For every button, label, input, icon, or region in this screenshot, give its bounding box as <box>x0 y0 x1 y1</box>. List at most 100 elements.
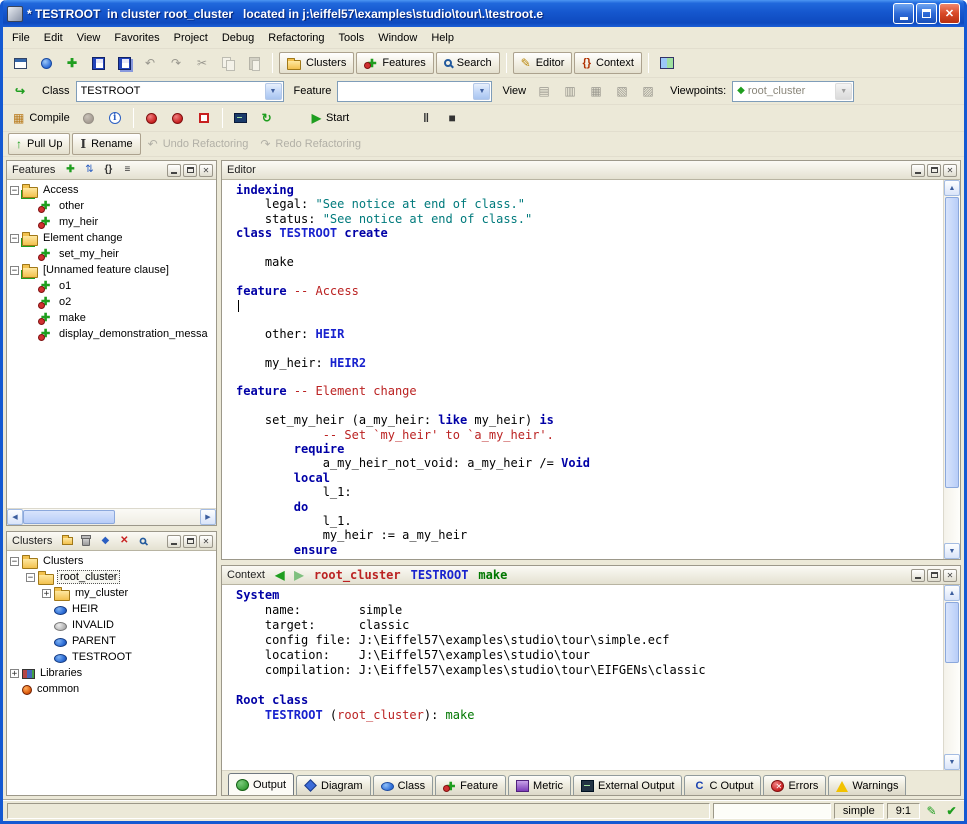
stop-button[interactable]: ■ <box>440 107 464 129</box>
menu-file[interactable]: File <box>5 29 37 47</box>
tree-label[interactable]: TESTROOT <box>70 651 134 663</box>
tree-label[interactable]: INVALID <box>70 619 116 631</box>
precompile-icon[interactable] <box>192 107 216 129</box>
class-tool-icon[interactable]: ◆ <box>97 534 113 549</box>
cluster-item-parent[interactable]: PARENT <box>7 633 216 649</box>
tree-label[interactable]: root_cluster <box>57 570 120 584</box>
search-cluster-icon[interactable] <box>135 534 151 549</box>
tree-label[interactable]: HEIR <box>70 603 100 615</box>
copy-icon[interactable] <box>216 52 240 74</box>
tab-errors[interactable]: Errors <box>763 775 826 795</box>
feature-item-o2[interactable]: o2 <box>7 294 216 310</box>
sort-icon[interactable]: ⇅ <box>81 163 97 178</box>
tree-label[interactable]: my_heir <box>57 216 100 228</box>
features-hscrollbar[interactable]: ◀ ▶ <box>7 508 216 525</box>
feature-item-display-demonstration-messa[interactable]: display_demonstration_messa <box>7 326 216 342</box>
context-panel-header[interactable]: Context ◀ ▶ root_clusterTESTROOTmake ✕ <box>222 566 960 585</box>
menu-view[interactable]: View <box>70 29 108 47</box>
feature-item-other[interactable]: other <box>7 198 216 214</box>
new-item-icon[interactable]: ✚ <box>60 52 84 74</box>
maximize-button[interactable] <box>916 3 937 24</box>
tree-label[interactable]: Clusters <box>41 555 85 567</box>
tab-c-output[interactable]: C Output <box>684 775 761 795</box>
open-icon[interactable] <box>34 52 58 74</box>
cluster-item-common[interactable]: common <box>7 681 216 697</box>
list-view-icon[interactable]: ≡ <box>119 163 135 178</box>
refresh-icon[interactable]: ↻ <box>255 107 279 129</box>
tab-warnings[interactable]: Warnings <box>828 775 906 795</box>
menu-edit[interactable]: Edit <box>37 29 70 47</box>
maximize-panel-button[interactable] <box>927 569 941 582</box>
tab-class[interactable]: Class <box>373 775 434 795</box>
scroll-down-icon[interactable]: ▼ <box>944 754 960 770</box>
interface-view-icon[interactable]: ▨ <box>636 80 660 102</box>
feature-item-unnamed-feature-clause[interactable]: −[Unnamed feature clause] <box>7 262 216 278</box>
scroll-up-icon[interactable]: ▲ <box>944 180 960 196</box>
redo-refactoring-button[interactable]: ↷Redo Refactoring <box>255 138 366 150</box>
menu-help[interactable]: Help <box>424 29 461 47</box>
context-vscrollbar[interactable]: ▲ ▼ <box>943 585 960 770</box>
scroll-up-icon[interactable]: ▲ <box>944 585 960 601</box>
breadcrumb-testroot[interactable]: TESTROOT <box>411 568 469 582</box>
title-bar[interactable]: * TESTROOT in cluster root_cluster locat… <box>3 0 964 27</box>
features-hscroll-thumb[interactable] <box>23 510 115 524</box>
paste-icon[interactable] <box>242 52 266 74</box>
basic-view-icon[interactable]: ▤ <box>532 80 556 102</box>
flat-view-icon[interactable]: ▦ <box>584 80 608 102</box>
class-combo-arrow-icon[interactable]: ▼ <box>265 83 282 100</box>
feature-item-make[interactable]: make <box>7 310 216 326</box>
cluster-item-my-cluster[interactable]: + my_cluster <box>7 585 216 601</box>
cluster-item-invalid[interactable]: INVALID <box>7 617 216 633</box>
tree-label[interactable]: [Unnamed feature clause] <box>41 264 171 276</box>
feature-item-element-change[interactable]: −Element change <box>7 230 216 246</box>
info-icon[interactable]: i <box>103 107 127 129</box>
pull-up-button[interactable]: ↑Pull Up <box>8 133 70 155</box>
collapse-icon[interactable]: − <box>10 234 19 243</box>
start-button[interactable]: ▶Start <box>307 112 354 124</box>
tree-label[interactable]: display_demonstration_messa <box>57 328 210 340</box>
minimize-button[interactable] <box>893 3 914 24</box>
scroll-left-icon[interactable]: ◀ <box>7 509 23 525</box>
tree-label[interactable]: Libraries <box>38 667 84 679</box>
editor-vscroll-thumb[interactable] <box>945 197 959 488</box>
undo-refactoring-button[interactable]: ↶Undo Refactoring <box>143 138 254 150</box>
melt-icon[interactable] <box>77 107 101 129</box>
menu-tools[interactable]: Tools <box>332 29 372 47</box>
close-panel-button[interactable]: ✕ <box>943 569 957 582</box>
clusters-tool-button[interactable]: Clusters <box>279 52 354 74</box>
feature-combo[interactable]: ▼ <box>337 81 492 102</box>
cluster-item-root-cluster[interactable]: − root_cluster <box>7 569 216 585</box>
editor-panel-header[interactable]: Editor ✕ <box>222 161 960 180</box>
menu-window[interactable]: Window <box>371 29 424 47</box>
open-in-new-tab-icon[interactable]: ↪ <box>8 80 32 102</box>
finalize-icon[interactable] <box>166 107 190 129</box>
tree-label[interactable]: PARENT <box>70 635 118 647</box>
scroll-down-icon[interactable]: ▼ <box>944 543 960 559</box>
maximize-panel-button[interactable] <box>183 535 197 548</box>
editor-vscroll-track[interactable] <box>944 196 960 543</box>
breadcrumb-make[interactable]: make <box>478 568 507 582</box>
history-forward-icon[interactable]: ▶ <box>291 568 307 583</box>
minimize-panel-button[interactable] <box>911 164 925 177</box>
expand-icon[interactable]: + <box>42 589 51 598</box>
save-icon[interactable] <box>86 52 110 74</box>
cluster-item-clusters[interactable]: −Clusters <box>7 553 216 569</box>
tree-label[interactable]: my_cluster <box>73 587 130 599</box>
tree-label[interactable]: o1 <box>57 280 73 292</box>
rename-button[interactable]: IRename <box>72 133 140 155</box>
tree-label[interactable]: Access <box>41 184 80 196</box>
menu-project[interactable]: Project <box>167 29 215 47</box>
menu-favorites[interactable]: Favorites <box>107 29 166 47</box>
close-panel-button[interactable]: ✕ <box>199 535 213 548</box>
menu-refactoring[interactable]: Refactoring <box>261 29 331 47</box>
feature-item-set-my-heir[interactable]: set_my_heir <box>7 246 216 262</box>
signature-icon[interactable]: {} <box>100 163 116 178</box>
redo-icon[interactable]: ↷ <box>164 52 188 74</box>
save-all-icon[interactable] <box>112 52 136 74</box>
tab-output[interactable]: Output <box>228 773 294 795</box>
collapse-icon[interactable]: − <box>26 573 35 582</box>
context-output-area[interactable]: System name: simple target: classic conf… <box>222 585 943 770</box>
edit-mode-icon[interactable]: ✎ <box>923 802 940 819</box>
new-feature-icon[interactable]: ✚ <box>62 163 78 178</box>
diagram-tool-icon[interactable] <box>655 52 679 74</box>
